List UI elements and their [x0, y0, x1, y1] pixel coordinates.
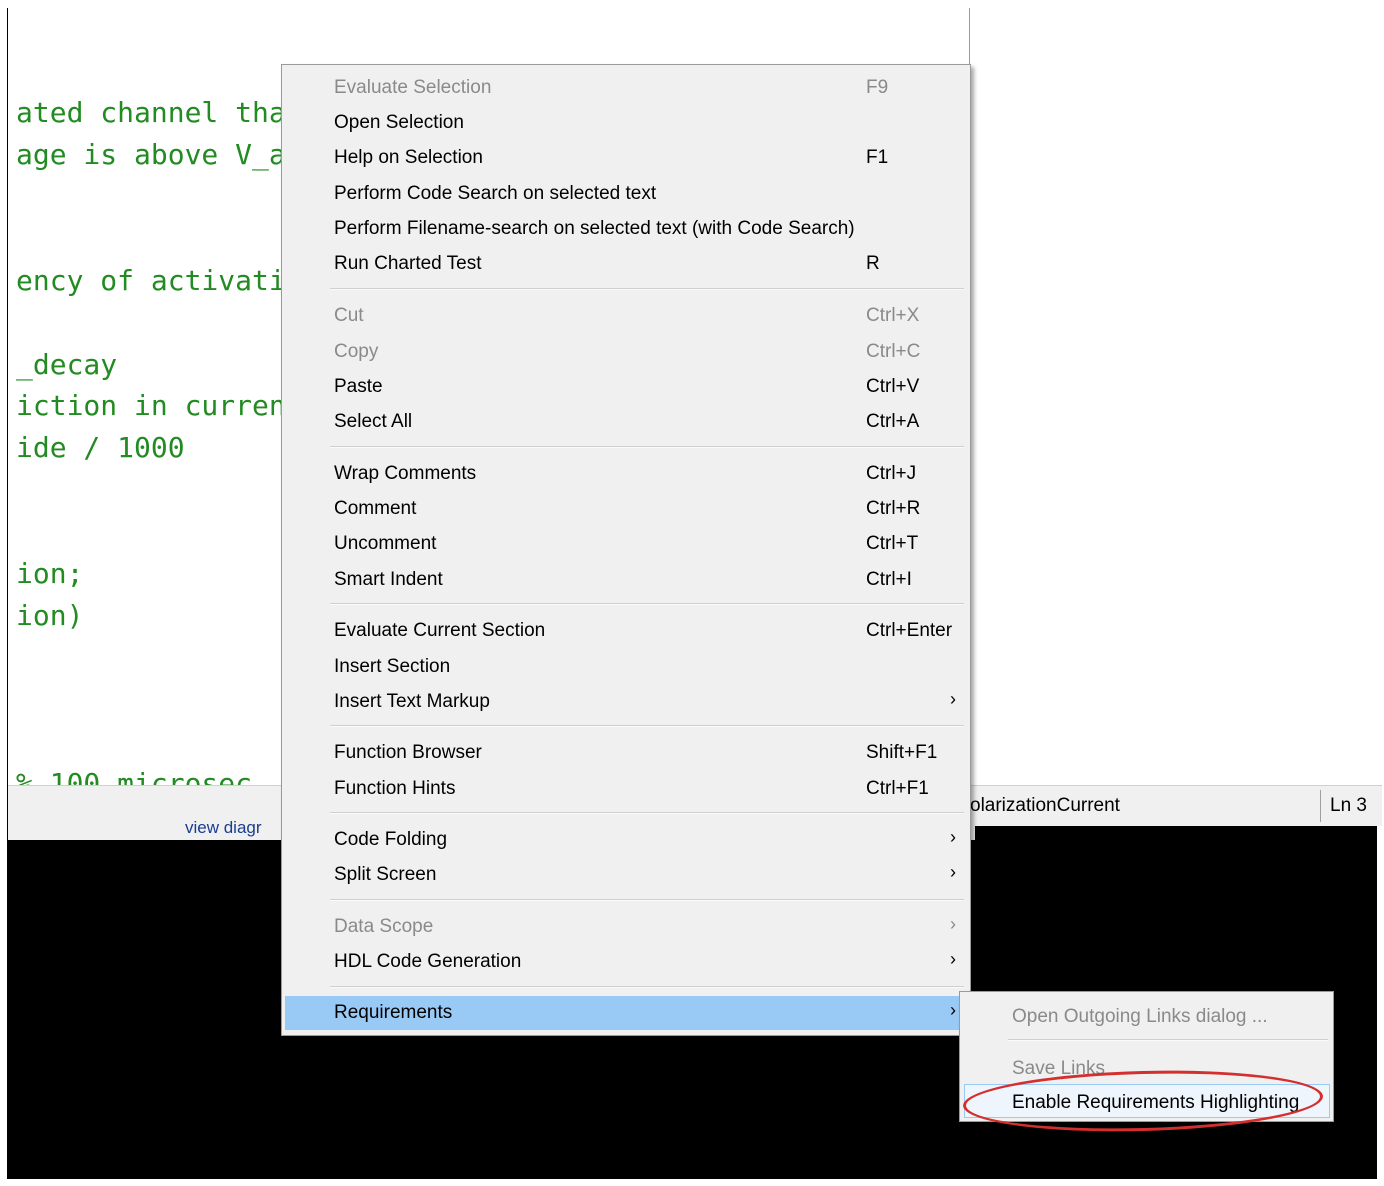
menu-item-label: Paste [334, 376, 383, 397]
menu-item-label: Enable Requirements Highlighting [1012, 1092, 1300, 1113]
menu-item-data-scope[interactable]: Data Scope › [282, 910, 970, 944]
menu-separator [330, 986, 964, 988]
menu-item-copy[interactable]: Copy Ctrl+C [282, 335, 970, 369]
code-line: _decay [16, 348, 118, 381]
menu-item-shortcut: Ctrl+Enter [866, 620, 953, 641]
menu-item-shortcut: Ctrl+R [866, 498, 921, 519]
menu-item-label: Requirements [334, 1002, 453, 1023]
menu-item-label: Evaluate Current Section [334, 620, 546, 641]
menu-item-split-screen[interactable]: Split Screen › [282, 858, 970, 892]
menu-item-shortcut: Ctrl+J [866, 463, 917, 484]
menu-item-evaluate-selection[interactable]: Evaluate Selection F9 [282, 71, 970, 105]
submenu-arrow-icon: › [950, 689, 956, 709]
menu-item-cut[interactable]: Cut Ctrl+X [282, 299, 970, 333]
code-line: iction in curren [16, 389, 286, 422]
menu-item-smart-indent[interactable]: Smart Indent Ctrl+I [282, 563, 970, 597]
menu-item-shortcut: Ctrl+T [866, 533, 919, 554]
menu-item-label: Wrap Comments [334, 463, 477, 484]
menu-item-insert-section[interactable]: Insert Section [282, 650, 970, 684]
menu-item-label: Evaluate Selection [334, 77, 492, 98]
menu-item-shortcut: Shift+F1 [866, 742, 938, 763]
menu-item-shortcut: R [866, 253, 880, 274]
menu-item-code-search[interactable]: Perform Code Search on selected text [282, 177, 970, 211]
menu-item-shortcut: Ctrl+F1 [866, 778, 929, 799]
menu-item-requirements[interactable]: Requirements › [285, 996, 967, 1030]
menu-separator [330, 899, 964, 901]
menu-item-run-charted-test[interactable]: Run Charted Test R [282, 247, 970, 281]
menu-item-select-all[interactable]: Select All Ctrl+A [282, 405, 970, 439]
menu-item-paste[interactable]: Paste Ctrl+V [282, 370, 970, 404]
menu-item-label: HDL Code Generation [334, 951, 522, 972]
menu-item-open-selection[interactable]: Open Selection [282, 106, 970, 140]
submenu-item-open-outgoing-links[interactable]: Open Outgoing Links dialog ... [960, 998, 1333, 1032]
menu-item-label: Smart Indent [334, 569, 443, 590]
menu-item-shortcut: Ctrl+C [866, 341, 921, 362]
submenu-item-save-links[interactable]: Save Links [960, 1050, 1333, 1084]
menu-separator [330, 812, 964, 814]
menu-item-label: Insert Text Markup [334, 691, 490, 712]
code-line: ide / 1000 [16, 431, 185, 464]
menu-item-help-on-selection[interactable]: Help on Selection F1 [282, 141, 970, 175]
submenu-arrow-icon: › [950, 949, 956, 969]
menu-item-shortcut: F1 [866, 147, 889, 168]
menu-item-insert-text-markup[interactable]: Insert Text Markup › [282, 685, 970, 719]
menu-item-shortcut: F9 [866, 77, 889, 98]
menu-item-label: Perform Filename-search on selected text… [334, 218, 855, 239]
menu-item-label: Cut [334, 305, 364, 326]
menu-item-wrap-comments[interactable]: Wrap Comments Ctrl+J [282, 457, 970, 491]
menu-item-comment[interactable]: Comment Ctrl+R [282, 492, 970, 526]
status-line-number: Ln 3 [1330, 795, 1367, 816]
menu-item-filename-search[interactable]: Perform Filename-search on selected text… [282, 212, 970, 246]
submenu-arrow-icon: › [950, 827, 956, 847]
menu-item-function-browser[interactable]: Function Browser Shift+F1 [282, 736, 970, 770]
menu-item-label: Help on Selection [334, 147, 483, 168]
menu-separator [330, 725, 964, 727]
code-line: ion; [16, 557, 84, 590]
menu-item-label: Open Outgoing Links dialog ... [1012, 1006, 1268, 1027]
menu-item-evaluate-current-section[interactable]: Evaluate Current Section Ctrl+Enter [282, 614, 970, 648]
code-line: ion) [16, 599, 84, 632]
menu-item-label: Save Links [1012, 1058, 1105, 1079]
menu-item-label: Insert Section [334, 656, 451, 677]
menu-item-label: Perform Code Search on selected text [334, 183, 657, 204]
menu-separator [1008, 1039, 1328, 1041]
view-diagram-link[interactable]: view diagr [185, 818, 262, 838]
menu-item-label: Function Browser [334, 742, 482, 763]
menu-item-label: Function Hints [334, 778, 456, 799]
menu-item-uncomment[interactable]: Uncomment Ctrl+T [282, 527, 970, 561]
menu-item-shortcut: Ctrl+A [866, 411, 920, 432]
menu-item-label: Open Selection [334, 112, 464, 133]
menu-item-shortcut: Ctrl+X [866, 305, 920, 326]
submenu-arrow-icon: › [950, 914, 956, 934]
menu-item-hdl-code-generation[interactable]: HDL Code Generation › [282, 945, 970, 979]
menu-item-function-hints[interactable]: Function Hints Ctrl+F1 [282, 772, 970, 806]
menu-item-code-folding[interactable]: Code Folding › [282, 823, 970, 857]
submenu-arrow-icon: › [950, 862, 956, 882]
menu-item-shortcut: Ctrl+V [866, 376, 920, 397]
context-menu: Evaluate Selection F9 Open Selection Hel… [281, 64, 971, 1036]
code-line: ency of activati [16, 264, 286, 297]
status-function-name: olarizationCurrent [970, 795, 1120, 816]
submenu-item-enable-requirements-highlighting[interactable]: Enable Requirements Highlighting [964, 1084, 1330, 1118]
code-line: ated channel tha [16, 96, 286, 129]
menu-item-label: Code Folding [334, 829, 448, 850]
menu-item-label: Data Scope [334, 916, 434, 937]
code-line: age is above V_a [16, 138, 286, 171]
menu-separator [330, 288, 964, 290]
requirements-submenu: Open Outgoing Links dialog ... Save Link… [959, 991, 1334, 1122]
menu-item-label: Run Charted Test [334, 253, 482, 274]
menu-item-label: Comment [334, 498, 417, 519]
menu-item-shortcut: Ctrl+I [866, 569, 912, 590]
menu-separator [330, 446, 964, 448]
menu-item-label: Uncomment [334, 533, 437, 554]
menu-item-label: Select All [334, 411, 413, 432]
menu-item-label: Copy [334, 341, 379, 362]
submenu-arrow-icon: › [950, 1000, 956, 1020]
editor-right-pane [970, 8, 1382, 788]
menu-separator [330, 603, 964, 605]
menu-item-label: Split Screen [334, 864, 437, 885]
